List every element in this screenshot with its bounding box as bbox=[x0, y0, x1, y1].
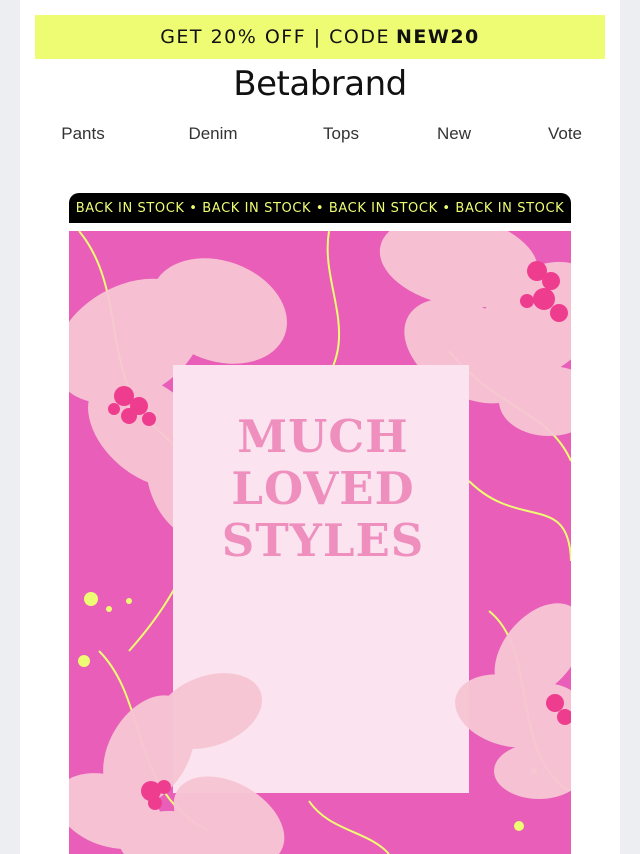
brand-logo[interactable]: Betabrand bbox=[20, 64, 620, 104]
nav-item-denim[interactable]: Denim bbox=[188, 124, 237, 144]
nav-item-pants[interactable]: Pants bbox=[61, 124, 104, 144]
hero-headline-line: MUCH bbox=[237, 410, 409, 463]
back-in-stock-ticker: BACK IN STOCK • BACK IN STOCK • BACK IN … bbox=[69, 193, 571, 223]
email-body: GET 20% OFF | CODE NEW20 Betabrand Pants… bbox=[20, 0, 620, 854]
nav-item-new[interactable]: New bbox=[437, 124, 471, 144]
hero-headline: MUCH LOVED STYLES bbox=[173, 411, 473, 567]
hero-image[interactable]: MUCH LOVED STYLES bbox=[69, 231, 571, 854]
main-nav: Pants Denim Tops New Vote bbox=[20, 124, 620, 146]
promo-text: GET 20% OFF | CODE bbox=[160, 26, 390, 48]
promo-banner[interactable]: GET 20% OFF | CODE NEW20 bbox=[35, 15, 605, 59]
hero-headline-line: STYLES bbox=[221, 514, 425, 567]
hero-headline-line: LOVED bbox=[231, 462, 415, 515]
nav-item-tops[interactable]: Tops bbox=[323, 124, 359, 144]
promo-code: NEW20 bbox=[396, 26, 480, 48]
nav-item-vote[interactable]: Vote bbox=[548, 124, 582, 144]
